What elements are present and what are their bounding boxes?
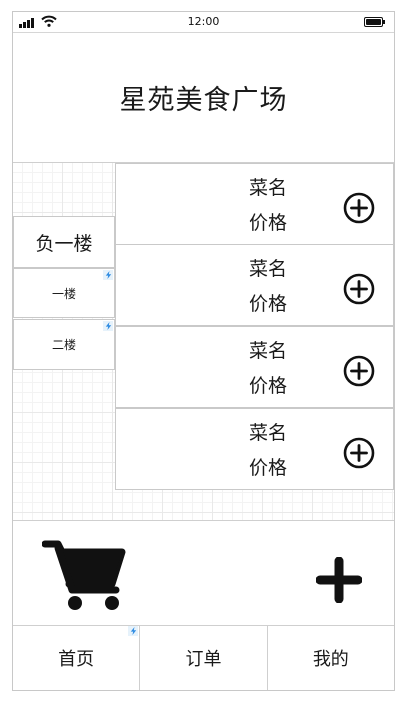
dish-item: 菜名 价格: [115, 326, 394, 408]
dish-item: 菜名 价格: [115, 163, 394, 245]
lightning-icon: [128, 626, 138, 636]
dish-item: 菜名 价格: [115, 244, 394, 326]
floor-tab-label: 二楼: [51, 338, 76, 352]
tab-label: 我的: [312, 649, 349, 670]
dish-item: 菜名 价格: [115, 408, 394, 490]
phone-frame: 12:00 星苑美食广场 负一楼 一楼 二楼 菜名 价格 菜名 价格 菜名 价格…: [12, 11, 395, 691]
add-circle-icon[interactable]: [343, 273, 375, 305]
status-bar: 12:00: [13, 12, 394, 33]
floor-tab-basement[interactable]: 负一楼: [13, 216, 115, 268]
page-title: 星苑美食广场: [119, 85, 288, 116]
menu-content: 负一楼 一楼 二楼 菜名 价格 菜名 价格 菜名 价格 菜名 价格: [13, 163, 394, 521]
floor-tab-second[interactable]: 二楼: [13, 319, 115, 370]
battery-icon: [364, 17, 385, 27]
lightning-icon: [103, 321, 113, 331]
floor-tab-label: 负一楼: [35, 232, 93, 255]
tab-label: 订单: [185, 649, 222, 670]
tab-profile[interactable]: 我的: [268, 626, 394, 690]
plus-icon[interactable]: [316, 557, 362, 603]
floor-tab-first[interactable]: 一楼: [13, 268, 115, 318]
floor-tab-label: 一楼: [51, 286, 76, 301]
lightning-icon: [103, 270, 113, 280]
shopping-cart-icon[interactable]: [42, 540, 126, 612]
status-time: 12:00: [187, 15, 220, 28]
page-header: 星苑美食广场: [13, 33, 394, 163]
tab-label: 首页: [58, 649, 95, 670]
cart-bar: [13, 521, 394, 626]
add-circle-icon[interactable]: [343, 355, 375, 387]
tab-orders[interactable]: 订单: [140, 626, 268, 690]
add-circle-icon[interactable]: [343, 437, 375, 469]
bottom-tab-bar: 首页 订单 我的: [13, 626, 394, 690]
tab-home[interactable]: 首页: [13, 626, 141, 690]
add-circle-icon[interactable]: [343, 192, 375, 224]
